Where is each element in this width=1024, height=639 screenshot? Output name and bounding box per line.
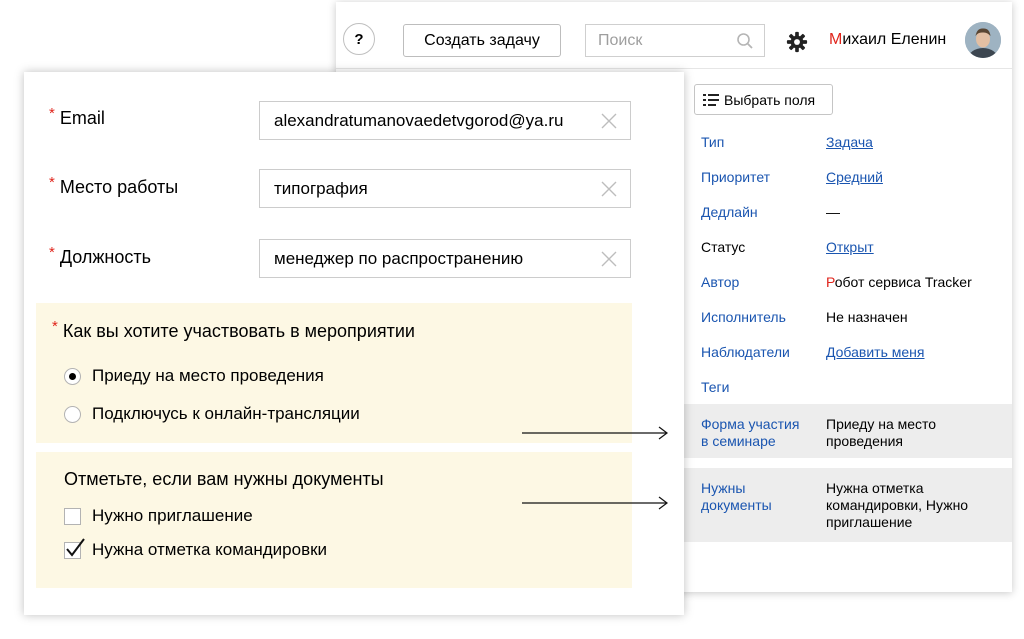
workplace-field[interactable] <box>259 169 631 208</box>
participation-section: * Как вы хотите участвовать в мероприятии… <box>36 303 632 443</box>
property-key: Тип <box>701 134 725 150</box>
add-me-link[interactable]: Добавить меня <box>826 344 1004 361</box>
radio-button[interactable] <box>64 367 81 385</box>
position-input[interactable] <box>272 247 600 270</box>
property-key: Наблюдатели <box>701 344 790 360</box>
registration-form-card: *Email *Место работы *Должность *Как вы … <box>24 72 684 615</box>
clear-icon[interactable] <box>600 250 618 268</box>
property-row-priority: Приоритет Средний <box>684 169 1012 189</box>
property-row-documents: Нужны документы Нужна отметка командиров… <box>684 468 1012 542</box>
user-name-rest: ихаил Еленин <box>842 31 947 48</box>
property-value-link[interactable]: Открыт <box>826 239 1004 256</box>
documents-option-invitation[interactable]: Нужно приглашение <box>64 506 253 526</box>
property-value-link[interactable]: Средний <box>826 169 1004 186</box>
email-label: * Email <box>49 105 105 128</box>
email-field[interactable] <box>259 101 631 140</box>
property-value[interactable]: Не назначен <box>826 309 1004 326</box>
property-value: Робот сервиса Tracker <box>826 274 1004 291</box>
author-name-rest: обот сервиса Tracker <box>834 274 972 290</box>
property-key: Статус <box>701 239 746 255</box>
email-input[interactable] <box>272 109 600 132</box>
option-label: Приеду на место проведения <box>92 366 324 385</box>
user-name[interactable]: Михаил Еленин <box>829 31 946 49</box>
property-row-type: Тип Задача <box>684 134 1012 154</box>
checkmark-icon <box>66 537 85 557</box>
search-input[interactable] <box>596 30 736 51</box>
property-key: Дедлайн <box>701 204 758 220</box>
option-label: Нужно приглашение <box>92 506 253 525</box>
avatar[interactable] <box>965 22 1001 58</box>
arrow-documents-icon <box>522 496 668 510</box>
documents-option-business-trip[interactable]: Нужна отметка командировки <box>64 537 328 560</box>
property-row-followers: Наблюдатели Добавить меня <box>684 344 1012 364</box>
checkbox[interactable] <box>64 507 81 525</box>
property-value[interactable]: Нужна отметка командировки, Нужно пригла… <box>826 480 996 531</box>
user-name-first-letter: М <box>829 31 843 48</box>
option-label: Нужна отметка командировки <box>92 540 328 559</box>
position-label: * Должность <box>49 244 151 267</box>
clear-icon[interactable] <box>600 112 618 130</box>
gear-icon[interactable] <box>786 31 808 53</box>
property-row-deadline: Дедлайн — <box>684 204 1012 224</box>
property-row-assignee: Исполнитель Не назначен <box>684 309 1012 329</box>
participation-option-onsite[interactable]: Приеду на место проведения <box>64 366 324 386</box>
option-label: Подключусь к онлайн-трансляции <box>92 404 360 423</box>
top-bar: ? Создать задачу Михаил Еленин <box>336 2 1012 69</box>
radio-dot <box>69 372 76 380</box>
required-mark: * <box>49 244 55 261</box>
property-key: Нужны документы <box>701 480 772 513</box>
property-key: Теги <box>701 379 730 395</box>
documents-question: Отметьте, если вам нужны документы <box>64 469 384 489</box>
arrow-participation-icon <box>522 426 668 440</box>
property-key: Форма участия в семинаре <box>701 416 800 449</box>
participation-question: * Как вы хотите участвовать в мероприятии <box>52 318 415 341</box>
property-value-link[interactable]: Задача <box>826 134 1004 151</box>
property-row-author: Автор Робот сервиса Tracker <box>684 274 1012 294</box>
workplace-label: * Место работы <box>49 174 179 197</box>
property-key: Автор <box>701 274 740 290</box>
property-key: Приоритет <box>701 169 771 185</box>
workplace-input[interactable] <box>272 177 600 200</box>
radio-button[interactable] <box>64 405 81 423</box>
search-box[interactable] <box>585 24 765 57</box>
clear-icon[interactable] <box>600 180 618 198</box>
position-field[interactable] <box>259 239 631 278</box>
create-task-button[interactable]: Создать задачу <box>403 24 561 57</box>
property-row-status: Статус Открыт <box>684 239 1012 259</box>
participation-option-online[interactable]: Подключусь к онлайн-трансляции <box>64 404 360 424</box>
property-value[interactable]: Приеду на место проведения <box>826 416 976 450</box>
help-button[interactable]: ? <box>343 23 375 55</box>
documents-section: Отметьте, если вам нужны документы Нужно… <box>36 452 632 588</box>
select-fields-label: Выбрать поля <box>724 91 816 108</box>
select-fields-button[interactable]: Выбрать поля <box>694 84 833 115</box>
required-mark: * <box>52 318 58 335</box>
checkbox[interactable] <box>64 537 85 559</box>
required-mark: * <box>49 105 55 122</box>
search-icon[interactable] <box>736 32 754 50</box>
property-value[interactable]: — <box>826 204 1004 221</box>
property-key: Исполнитель <box>701 309 786 325</box>
required-mark: * <box>49 174 55 191</box>
author-first-letter: Р <box>826 274 835 290</box>
fields-list-icon <box>703 93 719 106</box>
property-row-tags: Теги <box>684 379 1012 399</box>
property-row-participation-form: Форма участия в семинаре Приеду на место… <box>684 404 1012 458</box>
